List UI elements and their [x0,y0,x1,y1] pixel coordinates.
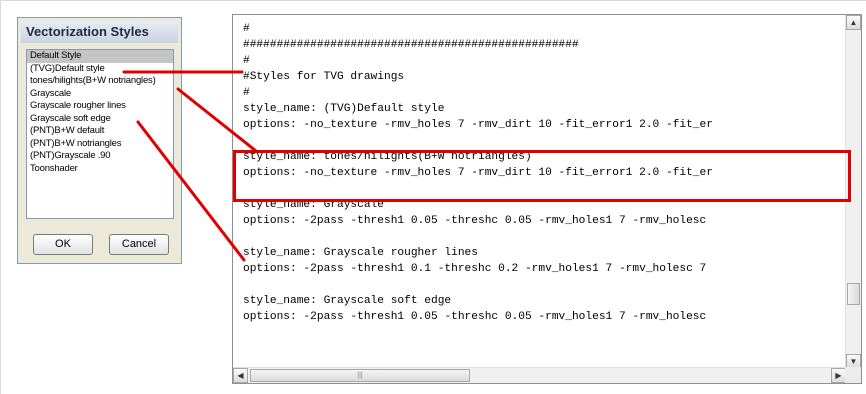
file-line: options: -no_texture -rmv_holes 7 -rmv_d… [243,119,713,131]
styles-listbox[interactable]: Default Style (TVG)Default style tones/h… [26,49,174,219]
style-list-item[interactable]: Toonshader [27,163,173,176]
frame-top-line [0,0,866,1]
vertical-scroll-thumb[interactable] [847,283,860,305]
file-line: # [243,87,250,99]
ok-button[interactable]: OK [33,234,93,255]
file-line: # [243,55,250,67]
vectorization-styles-dialog: Vectorization Styles Default Style (TVG)… [17,17,182,264]
scrollbar-corner [845,367,861,383]
file-line: style_name: Grayscale rougher lines [243,247,478,259]
style-list-item[interactable]: Grayscale [27,88,173,101]
dialog-title: Vectorization Styles [21,21,178,43]
file-line: options: -2pass -thresh1 0.05 -threshc 0… [243,311,707,323]
horizontal-scroll-thumb[interactable]: ||| [250,369,470,382]
file-line: ########################################… [243,39,579,51]
file-line: options: -2pass -thresh1 0.05 -threshc 0… [243,215,707,227]
triangle-right-icon[interactable]: ▶ [831,368,846,383]
file-line: # [243,23,250,35]
style-list-item[interactable]: (PNT)Grayscale .90 [27,150,173,163]
style-list-item[interactable]: Grayscale soft edge [27,113,173,126]
cancel-button[interactable]: Cancel [109,234,169,255]
style-list-item[interactable]: (TVG)Default style [27,63,173,76]
style-list-item[interactable]: (PNT)B+W default [27,125,173,138]
horizontal-scrollbar[interactable]: ◀ ||| ▶ [233,367,846,383]
file-line [243,229,843,245]
style-list-item[interactable]: tones/hilights(B+W notriangles) [27,75,173,88]
style-list-item[interactable]: Grayscale rougher lines [27,100,173,113]
highlight-rectangle [233,150,851,202]
file-line: style_name: Grayscale soft edge [243,295,452,307]
triangle-left-icon[interactable]: ◀ [233,368,248,383]
triangle-up-icon[interactable]: ▲ [846,15,861,30]
file-line: style_name: (TVG)Default style [243,103,445,115]
file-line [243,133,843,149]
style-list-item[interactable]: (PNT)B+W notriangles [27,138,173,151]
file-line [243,277,843,293]
file-line: #Styles for TVG drawings [243,71,405,83]
style-list-item[interactable]: Default Style [27,50,173,63]
frame-left-line [0,0,1,394]
file-line: options: -2pass -thresh1 0.1 -threshc 0.… [243,263,707,275]
